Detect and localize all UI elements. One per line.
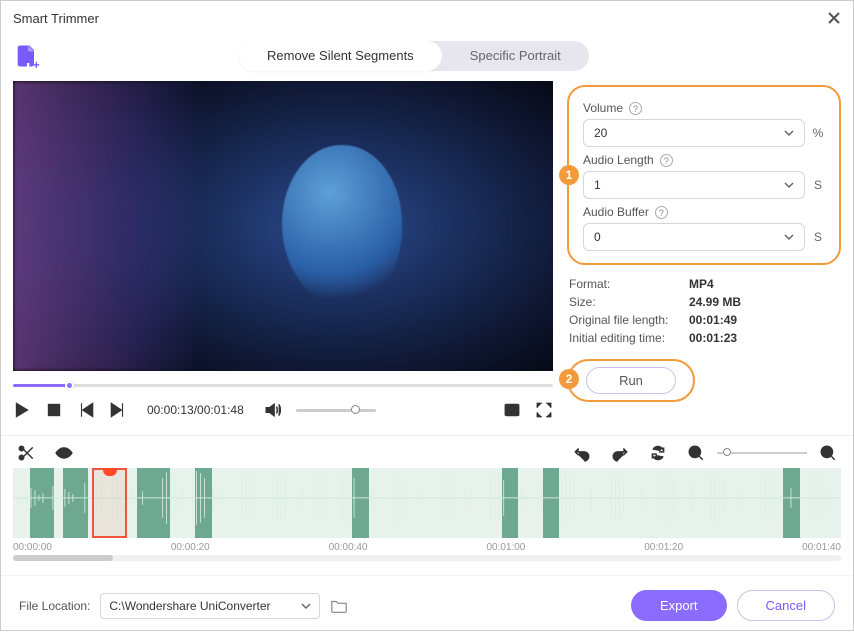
undo-icon[interactable] — [573, 444, 591, 462]
app-logo-icon: + — [13, 42, 41, 70]
refresh-icon[interactable] — [649, 444, 667, 462]
help-icon[interactable]: ? — [655, 206, 668, 219]
prev-button[interactable] — [77, 401, 95, 419]
timeline-scrollbar[interactable] — [13, 555, 841, 561]
export-button[interactable]: Export — [631, 590, 727, 621]
mode-tabs: Remove Silent Segments Specific Portrait — [239, 41, 589, 71]
orig-length-value: 00:01:49 — [689, 313, 737, 327]
audio-buffer-select[interactable]: 0 — [583, 223, 805, 251]
cut-icon[interactable] — [17, 444, 35, 462]
volume-slider[interactable] — [296, 409, 376, 412]
close-icon[interactable] — [827, 11, 841, 25]
file-location-label: File Location: — [19, 599, 90, 613]
next-button[interactable] — [109, 401, 127, 419]
file-location-select[interactable]: C:\Wondershare UniConverter — [100, 593, 320, 619]
svg-text:+: + — [33, 59, 40, 70]
fullscreen-icon[interactable] — [535, 401, 553, 419]
help-icon[interactable]: ? — [629, 102, 642, 115]
chevron-down-icon — [784, 128, 794, 138]
time-display: 00:00:13/00:01:48 — [147, 403, 244, 417]
size-value: 24.99 MB — [689, 295, 741, 309]
selection-box[interactable] — [92, 468, 127, 538]
stop-button[interactable] — [45, 401, 63, 419]
eye-icon[interactable] — [55, 444, 73, 462]
snapshot-icon[interactable] — [503, 401, 521, 419]
play-button[interactable] — [13, 401, 31, 419]
format-value: MP4 — [689, 277, 714, 291]
chevron-down-icon — [301, 601, 311, 611]
help-icon[interactable]: ? — [660, 154, 673, 167]
audio-length-select[interactable]: 1 — [583, 171, 805, 199]
video-thumbnail — [13, 81, 553, 371]
volume-label: Volume — [583, 101, 623, 115]
seek-bar[interactable] — [13, 381, 553, 389]
chevron-down-icon — [784, 180, 794, 190]
volume-unit: % — [811, 126, 825, 140]
folder-icon[interactable] — [330, 597, 348, 615]
callout-2: 2 — [559, 369, 579, 389]
volume-icon[interactable] — [264, 401, 282, 419]
run-container: 2 Run — [567, 359, 695, 402]
audio-length-label: Audio Length — [583, 153, 654, 167]
tab-remove-silent[interactable]: Remove Silent Segments — [239, 41, 442, 71]
audio-buffer-unit: S — [811, 230, 825, 244]
chevron-down-icon — [784, 232, 794, 242]
redo-icon[interactable] — [611, 444, 629, 462]
callout-1: 1 — [559, 165, 579, 185]
timeline-ticks: 00:00:00 00:00:20 00:00:40 00:01:00 00:0… — [1, 538, 853, 553]
waveform-timeline[interactable] — [13, 468, 841, 538]
parameters-panel: 1 Volume? 20 % Audio Length? 1 S Audio B… — [567, 85, 841, 265]
video-preview[interactable] — [13, 81, 553, 371]
init-edit-value: 00:01:23 — [689, 331, 737, 345]
zoom-in-icon[interactable] — [819, 444, 837, 462]
audio-length-unit: S — [811, 178, 825, 192]
tab-specific-portrait[interactable]: Specific Portrait — [442, 41, 589, 71]
waveform — [13, 468, 841, 528]
cancel-button[interactable]: Cancel — [737, 590, 835, 621]
zoom-slider[interactable] — [717, 452, 807, 454]
zoom-out-icon[interactable] — [687, 444, 705, 462]
audio-buffer-label: Audio Buffer — [583, 205, 649, 219]
file-meta: Format:MP4 Size:24.99 MB Original file l… — [569, 277, 839, 345]
playhead-handle[interactable] — [103, 468, 117, 476]
window-title: Smart Trimmer — [13, 11, 827, 26]
volume-select[interactable]: 20 — [583, 119, 805, 147]
run-button[interactable]: Run — [586, 367, 676, 394]
